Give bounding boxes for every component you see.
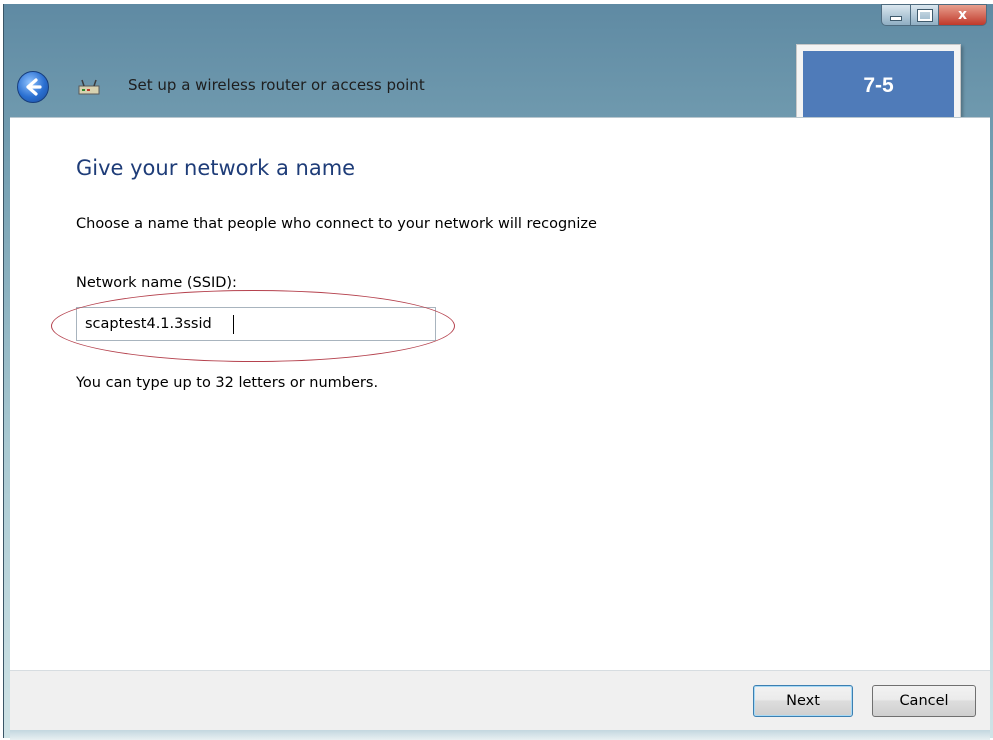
close-icon: x [957,7,968,23]
back-button[interactable] [17,71,49,103]
window-title: Set up a wireless router or access point [128,76,425,94]
ssid-input[interactable] [76,307,436,341]
back-arrow-icon [26,78,42,96]
close-button[interactable]: x [939,4,987,26]
page-heading: Give your network a name [76,156,356,180]
next-button[interactable]: Next [753,685,853,717]
step-badge: 7-5 [796,44,961,128]
ssid-hint: You can type up to 32 letters or numbers… [76,375,379,391]
minimize-icon [890,15,902,21]
window-bottom-border [10,730,990,740]
maximize-icon [916,8,933,22]
window-controls: x [881,4,987,28]
step-badge-label: 7-5 [803,51,954,121]
network-router-icon [78,79,100,97]
minimize-button[interactable] [881,4,911,26]
ssid-field-label: Network name (SSID): [76,275,237,291]
text-caret [233,315,234,334]
wizard-footer: Next Cancel [10,670,990,730]
cancel-button[interactable]: Cancel [872,685,976,717]
page-description: Choose a name that people who connect to… [76,216,597,232]
wizard-content: Give your network a name Choose a name t… [10,117,990,671]
maximize-button[interactable] [911,4,939,26]
